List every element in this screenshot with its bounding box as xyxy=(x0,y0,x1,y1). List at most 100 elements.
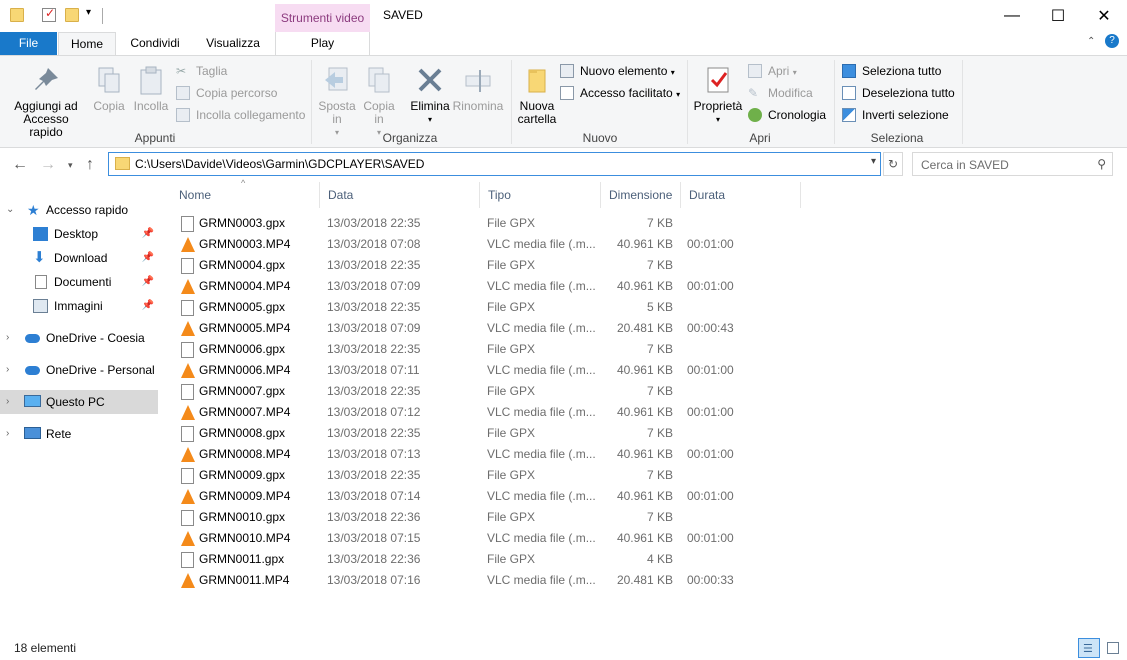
tab-visualizza[interactable]: Visualizza xyxy=(196,32,270,55)
table-row[interactable]: GRMN0005.gpx 13/03/2018 22:35 File GPX 5 KB xyxy=(177,297,797,318)
nav-item-accesso-rapido[interactable]: ⌄ ★ Accesso rapido xyxy=(0,198,158,222)
chevron-right-icon[interactable]: › xyxy=(6,390,9,414)
recent-locations-icon[interactable]: ▾ xyxy=(68,160,73,171)
gpx-file-icon xyxy=(181,552,194,568)
nav-item-rete[interactable]: › Rete xyxy=(0,422,158,446)
tab-condividi[interactable]: Condividi xyxy=(120,32,190,55)
tab-play[interactable]: Play xyxy=(275,32,370,55)
copy-button[interactable]: Copia xyxy=(90,60,128,113)
cut-button[interactable]: ✂ Taglia xyxy=(176,61,227,81)
table-row[interactable]: GRMN0010.gpx 13/03/2018 22:36 File GPX 7 KB xyxy=(177,507,797,528)
table-row[interactable]: GRMN0004.MP4 13/03/2018 07:09 VLC media fi… xyxy=(177,276,797,297)
chevron-right-icon[interactable]: › xyxy=(6,326,9,350)
copy-path-button[interactable]: Copia percorso xyxy=(176,83,277,103)
column-header-data[interactable]: Data xyxy=(320,182,480,208)
title-bar: ✓ ▾ Strumenti video SAVED — ☐ ✕ xyxy=(0,0,1127,32)
close-button[interactable]: ✕ xyxy=(1081,0,1127,32)
forward-icon[interactable]: → xyxy=(40,156,56,174)
nav-item-immagini[interactable]: Immagini 📌 xyxy=(0,294,158,318)
easy-access-button[interactable]: Accesso facilitato ▾ xyxy=(560,83,680,103)
customize-quick-access-icon[interactable]: ▾ xyxy=(86,7,91,18)
table-row[interactable]: GRMN0010.MP4 13/03/2018 07:15 VLC media fi… xyxy=(177,528,797,549)
properties-quick-access-icon[interactable]: ✓ xyxy=(42,6,56,22)
minimize-button[interactable]: — xyxy=(989,0,1035,32)
invert-selection-button[interactable]: Inverti selezione xyxy=(842,105,949,125)
table-row[interactable]: GRMN0009.MP4 13/03/2018 07:14 VLC media fi… xyxy=(177,486,797,507)
delete-button[interactable]: Elimina ▾ xyxy=(407,60,453,126)
pin-icon: 📌 xyxy=(141,300,154,311)
paste-button[interactable]: Incolla xyxy=(131,60,171,113)
tab-file[interactable]: File xyxy=(0,32,57,55)
large-icons-view-button[interactable] xyxy=(1102,638,1124,658)
table-row[interactable]: GRMN0011.gpx 13/03/2018 22:36 File GPX 4 KB xyxy=(177,549,797,570)
pin-quick-access-button[interactable]: Aggiungi ad Accesso rapido xyxy=(6,60,86,139)
table-row[interactable]: GRMN0008.MP4 13/03/2018 07:13 VLC media fi… xyxy=(177,444,797,465)
nav-label: Documenti xyxy=(54,275,112,289)
file-size: 40.961 KB xyxy=(616,363,673,377)
table-row[interactable]: GRMN0007.MP4 13/03/2018 07:12 VLC media fi… xyxy=(177,402,797,423)
file-date: 13/03/2018 22:35 xyxy=(327,384,421,398)
column-header-dimensione[interactable]: Dimensione xyxy=(601,182,681,208)
file-type: File GPX xyxy=(487,384,536,398)
chevron-down-icon[interactable]: ▾ xyxy=(871,156,876,167)
move-to-button[interactable]: Sposta in ▾ xyxy=(316,60,358,139)
nav-item-documenti[interactable]: Documenti 📌 xyxy=(0,270,158,294)
nav-item-desktop[interactable]: Desktop 📌 xyxy=(0,222,158,246)
open-button[interactable]: Apri ▾ xyxy=(748,61,797,81)
back-icon[interactable]: ← xyxy=(12,156,28,174)
details-view-button[interactable]: ☰ xyxy=(1078,638,1100,658)
table-row[interactable]: GRMN0003.gpx 13/03/2018 22:35 File GPX 7 KB xyxy=(177,213,797,234)
column-header-nome[interactable]: Nome xyxy=(171,182,320,208)
address-bar[interactable]: C:\Users\Davide\Videos\Garmin\GDCPLAYER\… xyxy=(108,152,881,176)
refresh-button[interactable]: ↻ xyxy=(883,152,903,176)
dropdown-icon: ▾ xyxy=(792,68,797,77)
file-date: 13/03/2018 22:35 xyxy=(327,216,421,230)
table-row[interactable]: GRMN0004.gpx 13/03/2018 22:35 File GPX 7 KB xyxy=(177,255,797,276)
table-row[interactable]: GRMN0011.MP4 13/03/2018 07:16 VLC media fi… xyxy=(177,570,797,591)
file-name: GRMN0006.gpx xyxy=(199,342,286,356)
address-row: ← → ▾ ↑ C:\Users\Davide\Videos\Garmin\GD… xyxy=(0,148,1127,182)
new-folder-quick-access-icon[interactable] xyxy=(65,8,79,22)
table-row[interactable]: GRMN0005.MP4 13/03/2018 07:09 VLC media fi… xyxy=(177,318,797,339)
gpx-file-icon xyxy=(181,216,194,232)
file-name: GRMN0004.MP4 xyxy=(199,279,291,293)
rename-button[interactable]: Rinomina xyxy=(452,60,504,113)
help-icon[interactable]: ? xyxy=(1105,34,1119,48)
table-row[interactable]: GRMN0006.MP4 13/03/2018 07:11 VLC media fi… xyxy=(177,360,797,381)
nav-item-download[interactable]: ⬇ Download 📌 xyxy=(0,246,158,270)
history-button[interactable]: Cronologia xyxy=(748,105,826,125)
file-date: 13/03/2018 22:35 xyxy=(327,258,421,272)
collapse-ribbon-icon[interactable]: ⌃ xyxy=(1087,36,1095,47)
table-row[interactable]: GRMN0008.gpx 13/03/2018 22:35 File GPX 7 KB xyxy=(177,423,797,444)
star-icon: ★ xyxy=(27,202,40,218)
paste-shortcut-button[interactable]: Incolla collegamento xyxy=(176,105,305,125)
nav-item-onedrive-coesia[interactable]: › OneDrive - Coesia xyxy=(0,326,158,350)
new-item-button[interactable]: Nuovo elemento ▾ xyxy=(560,61,675,81)
open-icon xyxy=(748,64,762,78)
up-icon[interactable]: ↑ xyxy=(86,156,94,174)
properties-button[interactable]: Proprietà ▾ xyxy=(691,60,745,126)
new-folder-button[interactable]: Nuova cartella xyxy=(515,60,559,126)
properties-label: Proprietà xyxy=(693,99,743,113)
column-header-durata[interactable]: Durata xyxy=(681,182,801,208)
copy-to-button[interactable]: Copia in ▾ xyxy=(360,60,398,139)
table-row[interactable]: GRMN0009.gpx 13/03/2018 22:35 File GPX 7 KB xyxy=(177,465,797,486)
chevron-right-icon[interactable]: › xyxy=(6,358,9,382)
nav-item-questo-pc[interactable]: › Questo PC xyxy=(0,390,158,414)
edit-button[interactable]: ✎ Modifica xyxy=(748,83,813,103)
table-row[interactable]: GRMN0003.MP4 13/03/2018 07:08 VLC media fi… xyxy=(177,234,797,255)
maximize-button[interactable]: ☐ xyxy=(1035,0,1081,32)
chevron-down-icon[interactable]: ⌄ xyxy=(6,198,14,222)
file-date: 13/03/2018 22:36 xyxy=(327,552,421,566)
table-row[interactable]: GRMN0006.gpx 13/03/2018 22:35 File GPX 7 KB xyxy=(177,339,797,360)
refresh-icon: ↻ xyxy=(887,157,899,171)
nav-item-onedrive-personal[interactable]: › OneDrive - Personal xyxy=(0,358,158,382)
column-header-tipo[interactable]: Tipo xyxy=(480,182,601,208)
chevron-right-icon[interactable]: › xyxy=(6,422,9,446)
search-input[interactable]: Cerca in SAVED ⚲ xyxy=(912,152,1113,176)
select-all-button[interactable]: Seleziona tutto xyxy=(842,61,941,81)
select-none-button[interactable]: Deseleziona tutto xyxy=(842,83,955,103)
tab-home[interactable]: Home xyxy=(58,32,116,56)
select-all-icon xyxy=(842,64,856,78)
table-row[interactable]: GRMN0007.gpx 13/03/2018 22:35 File GPX 7 KB xyxy=(177,381,797,402)
